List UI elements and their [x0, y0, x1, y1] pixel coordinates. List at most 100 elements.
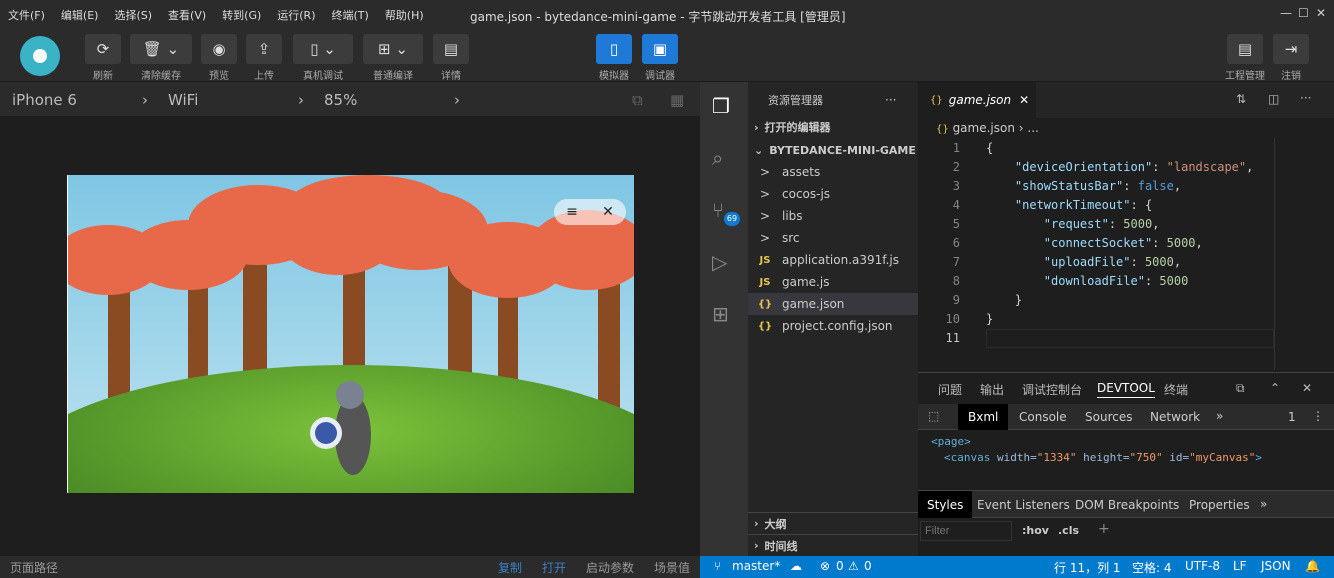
styles-filter-input[interactable]	[920, 521, 1012, 541]
tree-item[interactable]: > cocos-js	[748, 183, 918, 205]
menu-selection[interactable]: 选择(S)	[114, 7, 152, 23]
more-actions-icon[interactable]: ···	[1300, 91, 1311, 105]
errors-icon[interactable]: ⊗	[820, 559, 830, 573]
open-link[interactable]: 打开	[542, 559, 566, 576]
device-model-select[interactable]: iPhone 6	[12, 91, 77, 109]
avatar[interactable]	[20, 36, 60, 76]
menu-file[interactable]: 文件(F)	[8, 7, 45, 23]
indentation[interactable]: 空格: 4	[1132, 559, 1172, 576]
xml-canvas-node[interactable]: <canvas width="1334" height="750" id="my…	[944, 451, 1262, 464]
debugger-button[interactable]: ▣	[642, 34, 678, 64]
code-line[interactable]: "downloadFile": 5000	[986, 274, 1189, 288]
sync-icon[interactable]: ☁	[790, 559, 802, 573]
code-line[interactable]: "showStatusBar": false,	[986, 179, 1181, 193]
tree-item[interactable]: > assets	[748, 161, 918, 183]
zoom-select[interactable]: 85%	[324, 91, 357, 109]
compile-button[interactable]: ⊞ ⌄	[363, 34, 423, 64]
code-line[interactable]: "networkTimeout": {	[986, 198, 1152, 212]
tab-debug-console[interactable]: 调试控制台	[1022, 381, 1082, 398]
source-control-icon[interactable]: ⑂	[712, 198, 724, 222]
menu-edit[interactable]: 编辑(E)	[61, 7, 99, 23]
add-rule-icon[interactable]: +	[1098, 521, 1110, 537]
tab-problems[interactable]: 问题	[938, 381, 962, 398]
inspect-icon[interactable]: ⬚	[928, 409, 939, 423]
close-icon[interactable]: ✕	[602, 204, 614, 220]
maximize-icon[interactable]: ☐	[1298, 6, 1309, 20]
panel-layout-icon[interactable]: ⧉	[1236, 381, 1245, 396]
copy-link[interactable]: 复制	[498, 559, 522, 576]
menu-icon[interactable]: ≡	[566, 204, 578, 220]
tab-sources[interactable]: Sources	[1085, 410, 1132, 424]
tree-item[interactable]: JS game.js	[748, 271, 918, 293]
compare-icon[interactable]: ⇅	[1236, 92, 1246, 106]
bell-icon[interactable]: 🔔	[1305, 559, 1320, 573]
code-line[interactable]: "uploadFile": 5000,	[986, 255, 1181, 269]
debug-icon[interactable]: ▷	[712, 250, 727, 274]
code-line[interactable]: "connectSocket": 5000,	[986, 236, 1203, 250]
encoding[interactable]: UTF-8	[1185, 559, 1220, 573]
close-panel-icon[interactable]: ✕	[1302, 381, 1312, 395]
tab-event-listeners[interactable]: Event Listeners	[977, 498, 1070, 512]
breadcrumb-more[interactable]: ...	[1027, 121, 1038, 135]
outline-section[interactable]: › 大纲	[748, 512, 918, 534]
tab-output[interactable]: 输出	[980, 381, 1004, 398]
minimize-icon[interactable]: —	[1280, 6, 1292, 20]
details-button[interactable]: ▤	[433, 34, 469, 64]
timeline-section[interactable]: › 时间线	[748, 534, 918, 556]
warnings-icon[interactable]: ⚠	[848, 559, 859, 573]
device-debug-button[interactable]: ▯ ⌄	[293, 34, 353, 64]
game-canvas[interactable]: ≡ ✕	[67, 175, 634, 493]
menu-run[interactable]: 运行(R)	[277, 7, 315, 23]
language-mode[interactable]: JSON	[1261, 559, 1291, 573]
project-manage-button[interactable]: ▤	[1227, 34, 1263, 64]
layout-icon[interactable]: ▦	[670, 91, 684, 109]
cursor-position[interactable]: 行 11，列 1	[1054, 559, 1121, 576]
menu-terminal[interactable]: 终端(T)	[332, 7, 369, 23]
code-line[interactable]: }	[986, 312, 993, 326]
tab-properties[interactable]: Properties	[1189, 498, 1250, 512]
tree-item[interactable]: > libs	[748, 205, 918, 227]
chevron-up-icon[interactable]: ⌃	[1270, 381, 1280, 395]
branch-name[interactable]: master*	[732, 559, 780, 573]
tab-dom-breakpoints[interactable]: DOM Breakpoints	[1075, 498, 1179, 512]
tree-item[interactable]: JS application.a391f.js	[748, 249, 918, 271]
hov-toggle[interactable]: :hov	[1022, 524, 1049, 537]
preview-button[interactable]: ◉	[201, 34, 237, 64]
launch-params[interactable]: 启动参数	[586, 559, 634, 576]
tree-item-selected[interactable]: {} game.json	[748, 293, 918, 315]
tab-network[interactable]: Network	[1150, 410, 1200, 424]
close-tab-icon[interactable]: ✕	[1019, 93, 1029, 107]
kebab-icon[interactable]: ⋮	[1312, 409, 1324, 423]
code-line[interactable]: {	[986, 141, 993, 155]
close-window-icon[interactable]: ✕	[1316, 6, 1326, 20]
minimap[interactable]	[1274, 138, 1334, 370]
tab-bxml[interactable]: Bxml	[958, 404, 1009, 430]
extensions-icon[interactable]: ⊞	[712, 302, 729, 326]
tab-terminal[interactable]: 终端	[1164, 381, 1188, 398]
line-ending[interactable]: LF	[1233, 559, 1247, 573]
more-icon[interactable]: ···	[885, 89, 905, 111]
tab-game-json[interactable]: {} game.json ✕	[918, 82, 1036, 118]
split-editor-icon[interactable]: ◫	[1268, 92, 1279, 106]
menu-help[interactable]: 帮助(H)	[385, 7, 424, 23]
tab-console[interactable]: Console	[1019, 410, 1067, 424]
code-line[interactable]: "deviceOrientation": "landscape",	[986, 160, 1253, 174]
code-line[interactable]: }	[986, 293, 1022, 307]
tab-devtool[interactable]: DEVTOOL	[1097, 381, 1155, 398]
breadcrumb-file[interactable]: game.json	[953, 121, 1015, 135]
clear-cache-button[interactable]: 🗑 ⌄	[130, 34, 192, 64]
project-section[interactable]: ⌄ BYTEDANCE-MINI-GAME	[748, 139, 918, 161]
network-select[interactable]: WiFi	[168, 91, 198, 109]
search-icon[interactable]: ⌕	[712, 146, 723, 170]
upload-button[interactable]: ⇪	[246, 34, 282, 64]
simulator-button[interactable]: ▯	[596, 34, 632, 64]
more-tabs-icon[interactable]: »	[1260, 497, 1267, 511]
scene-value[interactable]: 场景值	[654, 559, 690, 576]
screenshot-icon[interactable]: ⧉	[632, 91, 643, 109]
logout-button[interactable]: ⇥	[1273, 34, 1309, 64]
tree-item[interactable]: {} project.config.json	[748, 315, 918, 337]
tree-item[interactable]: > src	[748, 227, 918, 249]
open-editors-section[interactable]: › 打开的编辑器	[748, 116, 918, 138]
files-icon[interactable]: ❐	[712, 94, 730, 118]
refresh-button[interactable]: ⟳	[85, 34, 121, 64]
